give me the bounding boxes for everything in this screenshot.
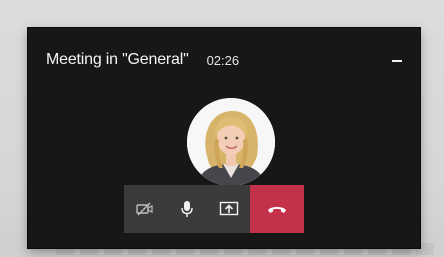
avatar-photo [187,98,275,186]
share-screen-icon [219,201,239,216]
participant-avatar [187,98,275,186]
minimize-icon [392,60,402,62]
toggle-camera-button[interactable] [124,185,166,233]
share-screen-button[interactable] [208,185,250,233]
call-timer: 02:26 [206,52,240,68]
title-bar: Meeting in "General" 02:26 [46,50,239,70]
hang-up-icon [268,207,286,213]
video-off-icon [136,202,153,216]
minimize-button[interactable] [386,46,408,68]
meeting-title: Meeting in "General" [46,51,189,68]
microphone-icon [181,201,193,217]
toggle-microphone-button[interactable] [166,185,208,233]
meeting-minimized-window[interactable]: Meeting in "General" 02:26 [28,28,420,248]
hang-up-button[interactable] [250,185,304,233]
call-controls-bar [124,185,334,233]
